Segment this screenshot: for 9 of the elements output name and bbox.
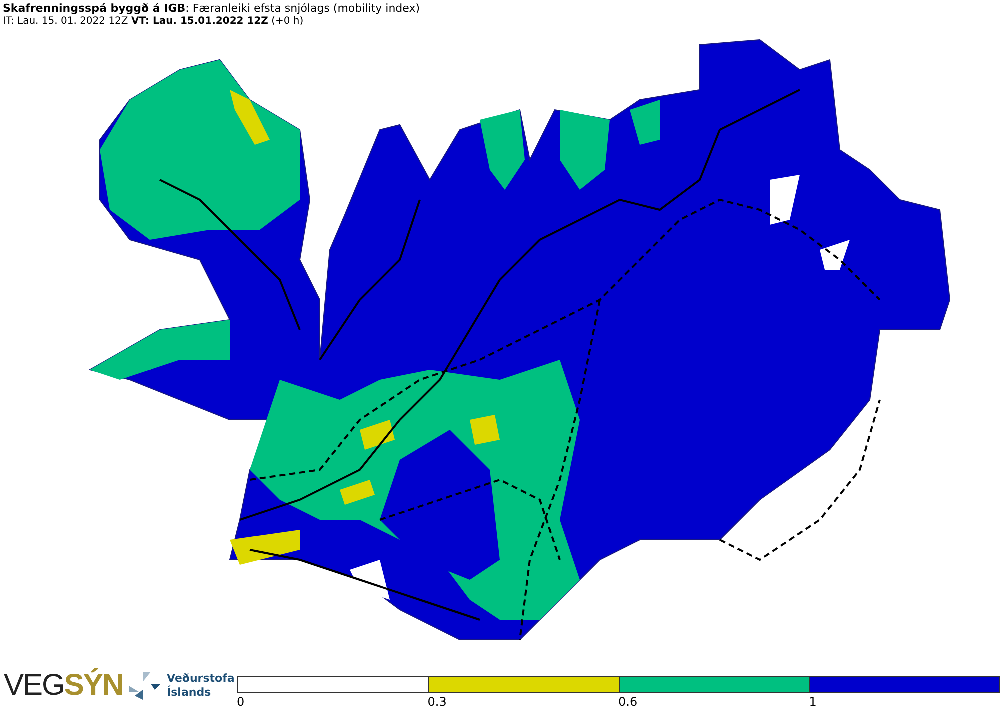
legend-tick-label: 0.3 [428, 695, 447, 709]
vedurstofa-logo: Veðurstofa Íslands [167, 672, 235, 700]
map-title: Skafrenningsspá byggð á IGB: Færanleiki efsta snjólags (mobility index) [3, 2, 420, 15]
vegsyn-logo: VEGSÝN [4, 668, 124, 702]
legend-tick-label: 1 [809, 695, 817, 709]
forecast-time: IT: Lau. 15. 01. 2022 12Z VT: Lau. 15.01.2022 12Z (+0 h) [3, 15, 304, 28]
legend-tick-label: 0 [237, 695, 245, 709]
arrows-icon [127, 670, 164, 702]
legend-tick-label: 0.6 [618, 695, 638, 709]
